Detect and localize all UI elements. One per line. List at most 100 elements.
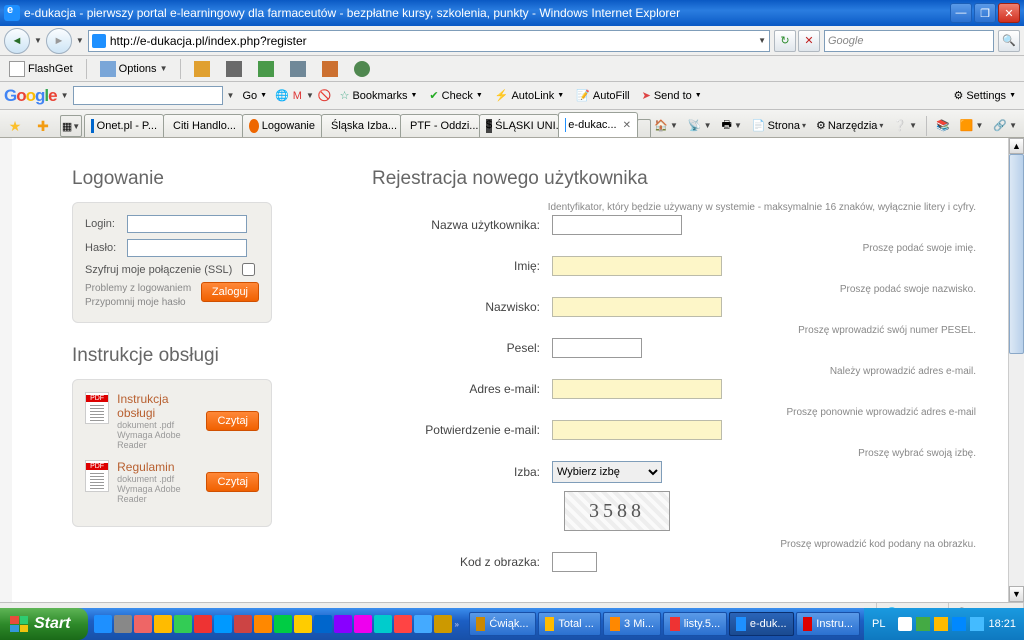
tab-citi[interactable]: Citi Handlo... [163, 114, 243, 137]
ql-icon[interactable] [234, 615, 252, 633]
tray-icon[interactable] [916, 617, 930, 631]
add-favorites-icon[interactable]: ✚ [32, 115, 54, 137]
minimize-button[interactable]: — [950, 3, 972, 23]
google-autolink[interactable]: ⚡AutoLink▼ [491, 87, 568, 104]
ql-icon[interactable] [414, 615, 432, 633]
captcha-input[interactable] [552, 552, 597, 572]
izba-select[interactable]: Wybierz izbę [552, 461, 662, 483]
password-input[interactable] [127, 239, 247, 257]
page-menu[interactable]: 📄Strona▾ [749, 117, 809, 134]
forward-dropdown-icon[interactable]: ▼ [76, 36, 84, 45]
firstname-input[interactable] [552, 256, 722, 276]
ql-icon[interactable] [194, 615, 212, 633]
ql-icon[interactable] [334, 615, 352, 633]
home-button[interactable]: 🏠▼ [651, 117, 681, 134]
gt-icon-mail[interactable]: M [293, 90, 302, 102]
email-confirm-input[interactable] [552, 420, 722, 440]
search-box[interactable]: Google [824, 30, 994, 52]
stop-button[interactable]: ✕ [798, 30, 820, 52]
ql-icon[interactable] [354, 615, 372, 633]
ql-icon[interactable] [214, 615, 232, 633]
gt-icon-1[interactable]: 🌐 [275, 89, 289, 102]
email-input[interactable] [552, 379, 722, 399]
ql-icon[interactable] [154, 615, 172, 633]
google-bookmarks[interactable]: ☆Bookmarks▼ [336, 87, 422, 104]
tab-edukacja[interactable]: e-dukac...✕ [558, 112, 638, 137]
maximize-button[interactable]: ❐ [974, 3, 996, 23]
close-tab-icon[interactable]: ✕ [623, 120, 631, 131]
tab-logowanie[interactable]: Logowanie [242, 114, 322, 137]
google-autofill[interactable]: 📝AutoFill [572, 87, 633, 104]
google-go[interactable]: Go▼ [238, 88, 271, 104]
task-button[interactable]: Total ... [538, 612, 601, 636]
task-button[interactable]: e-duk... [729, 612, 793, 636]
ql-icon[interactable] [134, 615, 152, 633]
ssl-checkbox[interactable] [242, 263, 255, 276]
tool-g2[interactable]: 🟧▼ [957, 117, 987, 134]
tray-icon[interactable] [934, 617, 948, 631]
forward-button[interactable]: ► [46, 28, 72, 54]
tray-icon[interactable] [952, 617, 966, 631]
tray-icon[interactable] [898, 617, 912, 631]
refresh-button[interactable]: ↻ [774, 30, 796, 52]
tool-g3[interactable]: 🔗▼ [990, 117, 1020, 134]
feed-button[interactable]: 📡▼ [685, 117, 715, 134]
ql-icon[interactable] [314, 615, 332, 633]
ql-icon[interactable] [114, 615, 132, 633]
flashget-button[interactable]: FlashGet [4, 58, 78, 80]
new-tab-button[interactable] [637, 119, 651, 137]
tab-ptf[interactable]: PTF - Oddzi... [400, 114, 480, 137]
ql-icon[interactable] [394, 615, 412, 633]
flashget-tool-5[interactable] [317, 58, 343, 80]
username-input[interactable] [552, 215, 682, 235]
google-search-dropdown[interactable]: ▼ [227, 91, 235, 100]
ql-icon[interactable] [294, 615, 312, 633]
flashget-tool-2[interactable] [221, 58, 247, 80]
pesel-input[interactable] [552, 338, 642, 358]
task-button[interactable]: Instru... [796, 612, 860, 636]
gt-icon-block[interactable]: 🚫 [318, 89, 332, 102]
lang-indicator[interactable]: PL [872, 618, 885, 630]
ql-icon[interactable] [254, 615, 272, 633]
flashget-tool-6[interactable] [349, 58, 375, 80]
flashget-options[interactable]: Options ▼ [95, 58, 173, 80]
flashget-tool-4[interactable] [285, 58, 311, 80]
favorites-star-icon[interactable]: ★ [4, 115, 26, 137]
task-button[interactable]: 3 Mi... [603, 612, 661, 636]
print-button[interactable]: 🖶▼ [719, 114, 745, 137]
tools-menu[interactable]: ⚙Narzędzia▾ [813, 117, 886, 134]
url-input[interactable] [110, 34, 754, 48]
task-button[interactable]: listy.5... [663, 612, 727, 636]
ql-expand-icon[interactable]: » [454, 620, 458, 629]
ql-icon[interactable] [434, 615, 452, 633]
start-button[interactable]: Start [0, 608, 88, 640]
tab-slaski-uni[interactable]: $ŚLĄSKI UNI... [479, 114, 559, 137]
url-dropdown-icon[interactable]: ▼ [758, 36, 766, 45]
google-sendto[interactable]: ➤Send to▼ [638, 87, 706, 104]
back-dropdown-icon[interactable]: ▼ [34, 36, 42, 45]
doc-read-button[interactable]: Czytaj [206, 411, 259, 431]
google-search-input[interactable] [73, 86, 223, 105]
clock[interactable]: 18:21 [988, 618, 1016, 630]
tray-icon[interactable] [970, 617, 984, 631]
ql-icon[interactable] [374, 615, 392, 633]
tab-list-button[interactable]: ▦▼ [60, 115, 82, 137]
address-bar[interactable]: ▼ [88, 30, 770, 52]
search-go-button[interactable]: 🔍 [998, 30, 1020, 52]
back-button[interactable]: ◄ [4, 28, 30, 54]
vertical-scrollbar[interactable]: ▲ ▼ [1008, 138, 1024, 602]
google-check[interactable]: ✔Check▼ [425, 87, 486, 104]
task-button[interactable]: Ćwiąk... [469, 612, 536, 636]
help-button[interactable]: ❔▼ [890, 117, 920, 134]
login-help-2[interactable]: Przypomnij moje hasło [85, 296, 191, 310]
ql-icon[interactable] [94, 615, 112, 633]
ql-icon[interactable] [274, 615, 292, 633]
flashget-tool-1[interactable] [189, 58, 215, 80]
flashget-tool-3[interactable] [253, 58, 279, 80]
tab-slaska[interactable]: Śląska Izba... [321, 114, 401, 137]
lastname-input[interactable] [552, 297, 722, 317]
google-settings[interactable]: ⚙Settings▼ [949, 87, 1020, 104]
google-menu-dropdown[interactable]: ▼ [61, 91, 69, 100]
doc-read-button[interactable]: Czytaj [206, 472, 259, 492]
tab-onet[interactable]: Onet.pl - P... [84, 114, 164, 137]
